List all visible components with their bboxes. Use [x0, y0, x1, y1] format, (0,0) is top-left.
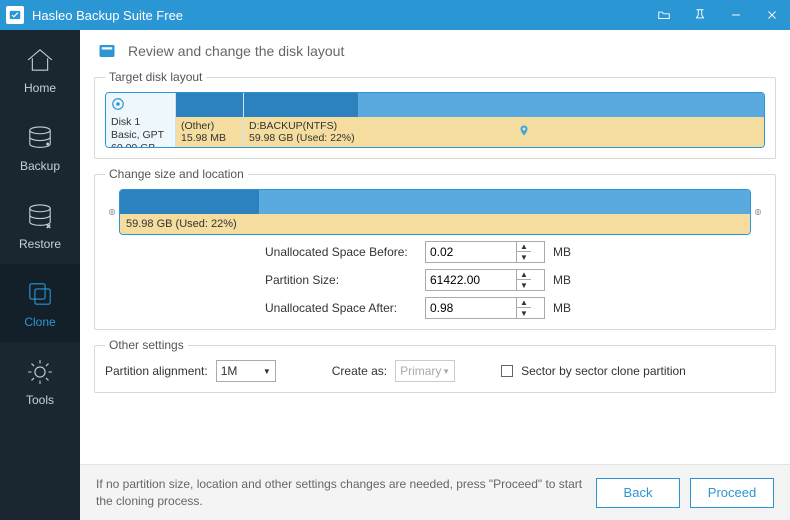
spin-down-icon[interactable]: ▼ — [517, 280, 531, 290]
resize-bar[interactable]: 59.98 GB (Used: 22%) — [119, 189, 751, 235]
sidebar-item-backup[interactable]: Backup — [0, 108, 80, 186]
create-as-label: Create as: — [332, 364, 387, 378]
disk-size: 60.00 GB — [111, 142, 170, 148]
footer-message: If no partition size, location and other… — [96, 476, 586, 508]
sidebar-item-label: Backup — [20, 159, 60, 173]
partition-size-input[interactable]: ▲▼ — [425, 269, 545, 291]
partition-name: D:BACKUP(NTFS) — [249, 120, 759, 132]
partition-size: 15.98 MB — [181, 132, 238, 144]
sector-checkbox[interactable] — [501, 365, 513, 377]
spin-down-icon[interactable]: ▼ — [517, 308, 531, 318]
location-icon — [518, 124, 530, 141]
page-title: Review and change the disk layout — [128, 43, 344, 59]
titlebar: Hasleo Backup Suite Free — [0, 0, 790, 30]
disk-name: Disk 1 — [111, 116, 170, 129]
alignment-select[interactable]: 1M▼ — [216, 360, 276, 382]
unit-label: MB — [553, 273, 571, 287]
other-legend: Other settings — [105, 338, 188, 352]
sidebar-item-label: Tools — [26, 393, 54, 407]
create-as-select: Primary▼ — [395, 360, 455, 382]
back-button[interactable]: Back — [596, 478, 680, 508]
spin-up-icon[interactable]: ▲ — [517, 242, 531, 252]
sidebar-item-home[interactable]: Home — [0, 30, 80, 108]
sidebar-item-tools[interactable]: Tools — [0, 342, 80, 420]
sector-label: Sector by sector clone partition — [521, 364, 686, 378]
partition-other[interactable]: (Other) 15.98 MB — [176, 93, 244, 147]
unalloc-before-label: Unallocated Space Before: — [265, 245, 425, 259]
sidebar-item-label: Clone — [24, 315, 55, 329]
unalloc-before-input[interactable]: ▲▼ — [425, 241, 545, 263]
open-icon[interactable] — [646, 0, 682, 30]
unalloc-after-input[interactable]: ▲▼ — [425, 297, 545, 319]
close-icon[interactable] — [754, 0, 790, 30]
minimize-icon[interactable] — [718, 0, 754, 30]
spin-up-icon[interactable]: ▲ — [517, 270, 531, 280]
other-settings-group: Other settings Partition alignment: 1M▼ … — [94, 338, 776, 393]
disk-layout-row[interactable]: Disk 1 Basic, GPT 60.00 GB (Other) 15.98… — [105, 92, 765, 148]
footer: If no partition size, location and other… — [80, 464, 790, 520]
sidebar-item-label: Restore — [19, 237, 61, 251]
resize-handle-right[interactable] — [751, 189, 765, 235]
sidebar-item-clone[interactable]: Clone — [0, 264, 80, 342]
resize-handle-left[interactable] — [105, 189, 119, 235]
app-icon — [6, 6, 24, 24]
app-title: Hasleo Backup Suite Free — [32, 8, 646, 23]
resize-legend: Change size and location — [105, 167, 248, 181]
partition-name: (Other) — [181, 120, 238, 132]
chevron-down-icon: ▼ — [442, 367, 450, 376]
target-legend: Target disk layout — [105, 70, 206, 84]
pin-icon[interactable] — [682, 0, 718, 30]
resize-summary: 59.98 GB (Used: 22%) — [120, 214, 750, 234]
spin-up-icon[interactable]: ▲ — [517, 298, 531, 308]
spin-down-icon[interactable]: ▼ — [517, 252, 531, 262]
sidebar: Home Backup Restore Clone Tools — [0, 30, 80, 520]
sidebar-item-restore[interactable]: Restore — [0, 186, 80, 264]
partition-size: 59.98 GB (Used: 22%) — [249, 132, 759, 144]
unit-label: MB — [553, 245, 571, 259]
alignment-label: Partition alignment: — [105, 364, 208, 378]
sidebar-item-label: Home — [24, 81, 56, 95]
disk-icon — [98, 42, 116, 60]
resize-group: Change size and location 59.98 GB (Used:… — [94, 167, 776, 330]
disk-info: Disk 1 Basic, GPT 60.00 GB — [106, 93, 176, 147]
unalloc-after-label: Unallocated Space After: — [265, 301, 425, 315]
proceed-button[interactable]: Proceed — [690, 478, 774, 508]
partition-backup[interactable]: D:BACKUP(NTFS) 59.98 GB (Used: 22%) — [244, 93, 764, 147]
unit-label: MB — [553, 301, 571, 315]
target-disk-group: Target disk layout Disk 1 Basic, GPT 60.… — [94, 70, 776, 159]
disk-type: Basic, GPT — [111, 129, 170, 142]
page-header: Review and change the disk layout — [80, 30, 790, 70]
chevron-down-icon: ▼ — [263, 367, 271, 376]
partition-size-label: Partition Size: — [265, 273, 425, 287]
